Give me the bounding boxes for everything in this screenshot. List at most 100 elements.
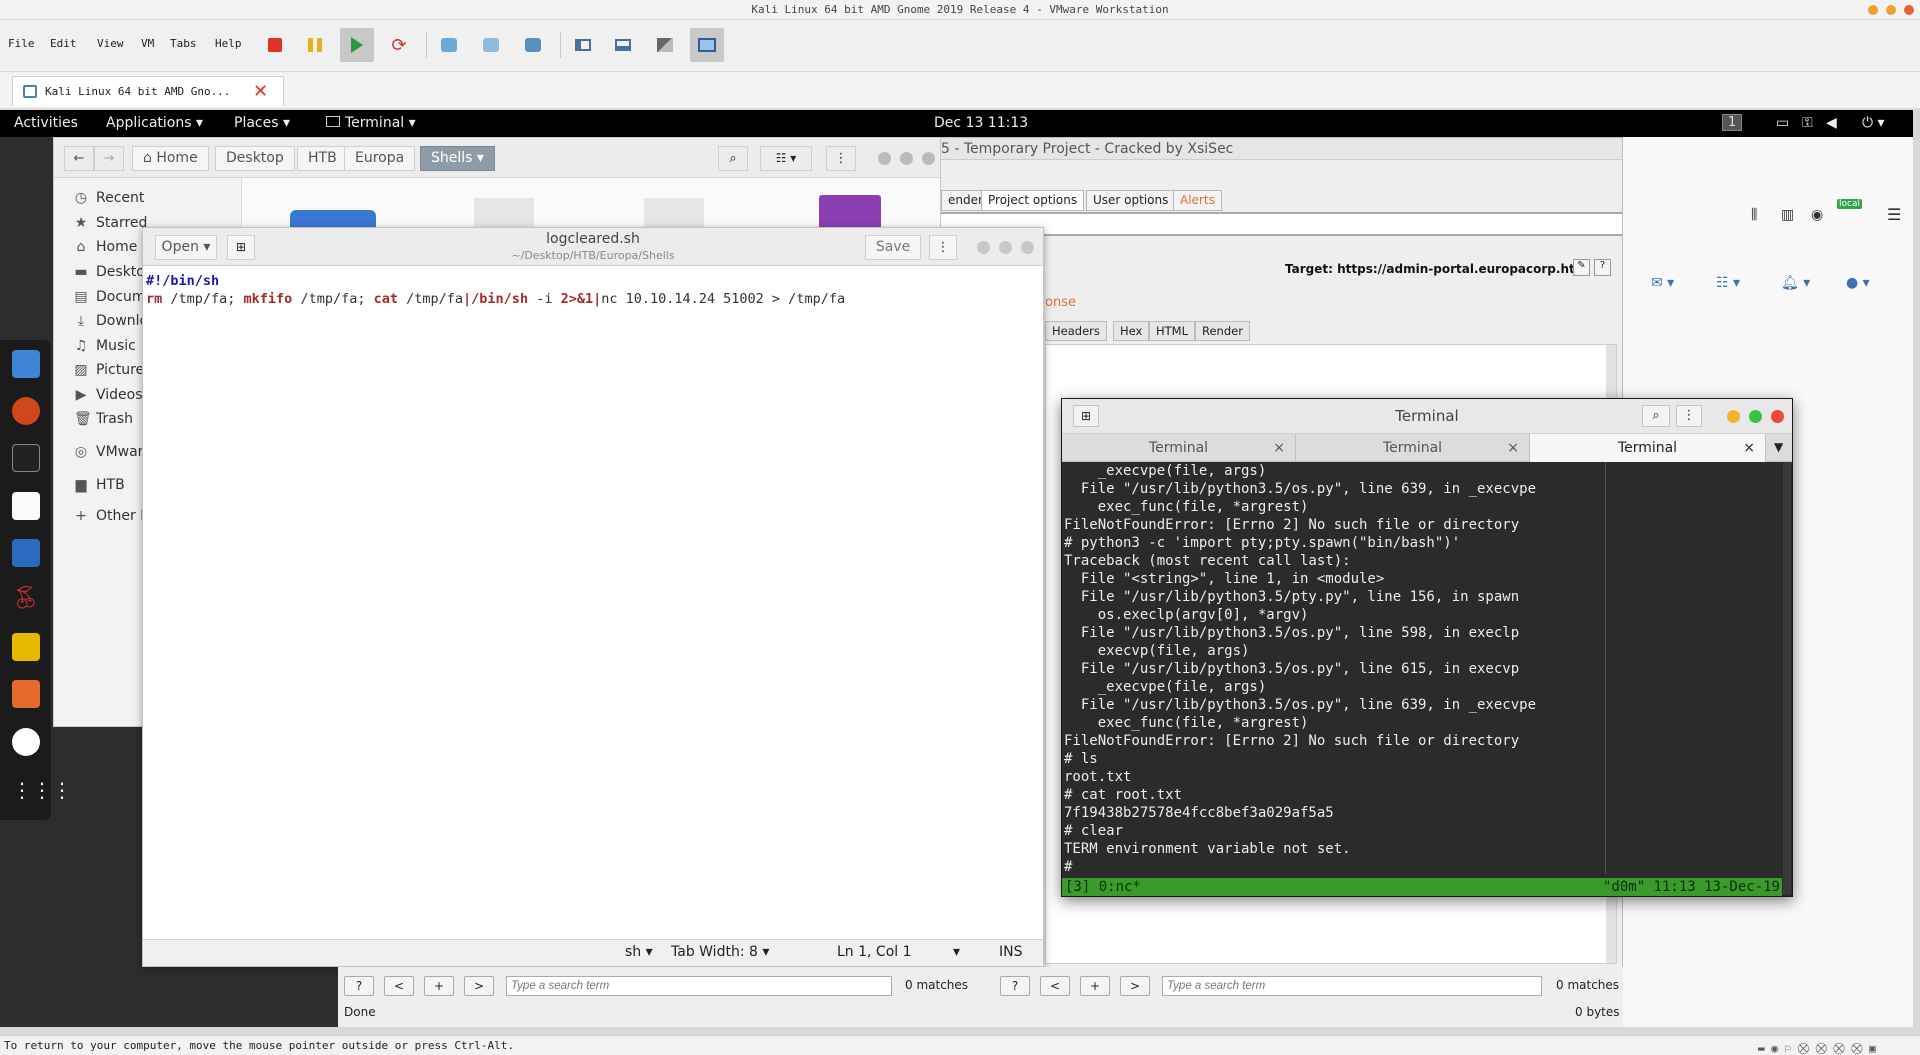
activities-button[interactable]: Activities	[14, 115, 78, 131]
next-button[interactable]: >	[1120, 976, 1150, 996]
menu-view[interactable]: View	[97, 37, 124, 50]
gedit-maximize[interactable]	[999, 241, 1012, 254]
power-off-button[interactable]	[258, 28, 292, 62]
help-button[interactable]: ?	[344, 976, 374, 996]
subtab-html[interactable]: HTML	[1149, 321, 1196, 341]
help-button[interactable]: ?	[1000, 976, 1030, 996]
terminal-scrollbar[interactable]	[1783, 462, 1791, 894]
maximize-button[interactable]	[1886, 5, 1896, 15]
back-button[interactable]: ←	[64, 146, 94, 171]
sidebar-toggle-icon[interactable]: ▥	[1781, 207, 1794, 223]
terminal-app-menu[interactable]: Terminal ▾	[326, 115, 416, 131]
power-on-button[interactable]	[340, 28, 374, 62]
app-grid-icon[interactable]: ⋮⋮⋮	[12, 776, 72, 804]
disc-app-icon[interactable]	[12, 728, 40, 756]
view-toggle-button[interactable]: ☷ ▾	[760, 146, 812, 171]
minimize-button[interactable]	[1868, 5, 1878, 15]
breadcrumb-home[interactable]: ⌂ Home	[132, 146, 209, 171]
firefox-app-icon[interactable]	[12, 397, 40, 425]
menu-file[interactable]: File	[8, 37, 35, 50]
tasks-icon[interactable]: ☷ ▾	[1716, 275, 1740, 291]
revert-snapshot-button[interactable]	[474, 28, 508, 62]
power-menu[interactable]: ⏻ ▾	[1862, 115, 1885, 131]
tab-terminal-3[interactable]: Terminal ×	[1530, 434, 1766, 462]
close-tab-icon[interactable]: ×	[1507, 434, 1519, 462]
close-tab-icon[interactable]: ✕	[253, 77, 268, 106]
library-button[interactable]	[566, 28, 600, 62]
gedit-close[interactable]	[1021, 241, 1034, 254]
breadcrumb-europa[interactable]: Europa	[344, 146, 416, 171]
tab-width-selector[interactable]: Tab Width: 8 ▾	[671, 944, 769, 960]
snapshot-manager-button[interactable]	[516, 28, 550, 62]
help-icon[interactable]: ?	[1594, 259, 1611, 276]
previous-button[interactable]: <	[384, 976, 414, 996]
mail-icon[interactable]: ✉ ▾	[1651, 275, 1674, 291]
breadcrumb-shells[interactable]: Shells ▾	[420, 146, 495, 171]
menu-help[interactable]: Help	[215, 37, 242, 50]
close-button[interactable]	[1904, 5, 1914, 15]
maltego-app-icon[interactable]	[12, 633, 40, 661]
terminal-close[interactable]	[1771, 410, 1784, 423]
tab-alerts[interactable]: Alerts	[1173, 190, 1222, 211]
menu-tabs[interactable]: Tabs	[170, 37, 197, 50]
bell-icon[interactable]: 🔔︎ ▾	[1781, 275, 1810, 291]
tabs-overflow-button[interactable]: ▼	[1774, 434, 1783, 460]
subtab-headers[interactable]: Headers	[1045, 321, 1107, 341]
chevron-down-icon[interactable]: ▾	[953, 944, 960, 960]
files-minimize[interactable]	[878, 152, 891, 165]
metasploit-app-icon[interactable]	[12, 539, 40, 567]
account-icon[interactable]: ◉	[1811, 207, 1823, 223]
hamburger-menu-icon[interactable]: ☰	[1887, 205, 1901, 224]
terminal-app-icon[interactable]	[12, 444, 40, 472]
tab-user-options[interactable]: User options	[1086, 190, 1176, 211]
add-button[interactable]: +	[1080, 976, 1110, 996]
reset-button[interactable]: ⟳	[382, 28, 416, 62]
insert-mode[interactable]: INS	[999, 944, 1023, 960]
previous-button[interactable]: <	[1040, 976, 1070, 996]
forward-button[interactable]: →	[94, 146, 124, 171]
subtab-render[interactable]: Render	[1195, 321, 1250, 341]
next-button[interactable]: >	[464, 976, 494, 996]
files-maximize[interactable]	[900, 152, 913, 165]
tab-project-options[interactable]: Project options	[981, 190, 1085, 211]
unity-button[interactable]	[648, 28, 682, 62]
clock[interactable]: Dec 13 11:13	[934, 115, 1028, 131]
places-menu[interactable]: Places ▾	[234, 115, 290, 131]
files-close[interactable]	[922, 152, 935, 165]
terminal-menu-button[interactable]: ⋮	[1676, 405, 1702, 427]
menu-edit[interactable]: Edit	[50, 37, 77, 50]
burp-app-icon[interactable]	[12, 680, 40, 708]
files-app-icon[interactable]	[12, 350, 40, 378]
terminal-maximize[interactable]	[1749, 410, 1762, 423]
tab-terminal-2[interactable]: Terminal ×	[1296, 434, 1530, 462]
user-icon[interactable]: ● ▾	[1846, 275, 1870, 291]
language-selector[interactable]: sh ▾	[625, 944, 653, 960]
sidebar-item-recent[interactable]: ◷ Recent	[54, 185, 242, 211]
fullscreen-button[interactable]	[690, 28, 724, 62]
cherrytree-app-icon[interactable]: 🍒︎	[12, 586, 40, 614]
gedit-minimize[interactable]	[977, 241, 990, 254]
gedit-menu-button[interactable]: ⋮	[929, 235, 957, 260]
new-tab-button[interactable]: ⊞	[227, 235, 255, 260]
close-tab-icon[interactable]: ×	[1273, 434, 1285, 462]
file-icon[interactable]	[819, 195, 881, 230]
file-icon[interactable]	[644, 198, 704, 230]
cursor-position[interactable]: Ln 1, Col 1	[837, 944, 912, 960]
tab-terminal-1[interactable]: Terminal ×	[1062, 434, 1296, 462]
terminal-minimize[interactable]	[1727, 410, 1740, 423]
vm-tab[interactable]: Kali Linux 64 bit AMD Gno... ✕	[12, 76, 284, 106]
snapshot-button[interactable]	[432, 28, 466, 62]
workspace-indicator[interactable]: 1	[1722, 114, 1743, 131]
edit-target-icon[interactable]: ✎	[1573, 259, 1590, 276]
breadcrumb-desktop[interactable]: Desktop	[215, 146, 295, 171]
open-button[interactable]: Open ▾	[155, 235, 217, 260]
file-icon[interactable]	[474, 198, 534, 230]
library-icon[interactable]: ⫼	[1751, 207, 1757, 223]
menu-vm[interactable]: VM	[141, 37, 154, 50]
add-button[interactable]: +	[424, 976, 454, 996]
suspend-button[interactable]	[298, 28, 332, 62]
close-tab-icon[interactable]: ×	[1743, 434, 1755, 462]
terminal-output[interactable]: _execvpe(file, args) File "/usr/lib/pyth…	[1062, 462, 1782, 874]
search-input[interactable]	[506, 976, 892, 996]
code-area[interactable]: #!/bin/sh rm /tmp/fa; mkfifo /tmp/fa; ca…	[143, 266, 1043, 939]
